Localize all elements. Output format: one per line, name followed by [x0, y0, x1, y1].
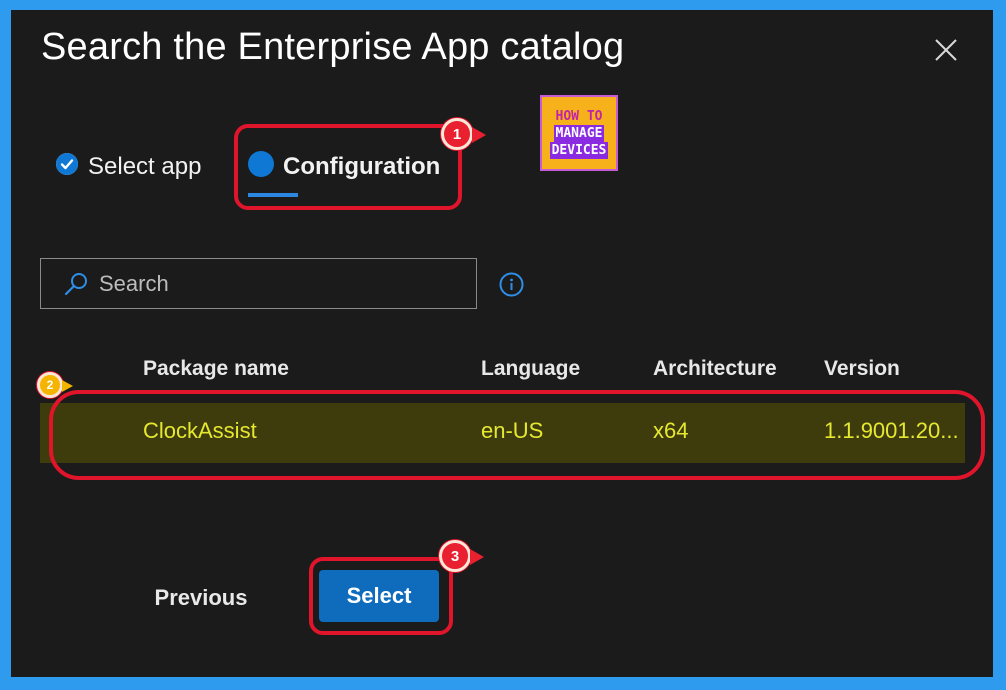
search-input[interactable]: [97, 269, 461, 298]
step-select-app[interactable]: Select app: [56, 153, 201, 181]
logo-line-3: DEVICES: [549, 141, 609, 159]
column-header-version[interactable]: Version: [824, 357, 900, 381]
how-to-manage-devices-logo: HOW TO MANAGE DEVICES: [540, 95, 618, 171]
annotation-box-row: [49, 390, 985, 480]
logo-line-1: HOW TO: [555, 108, 603, 124]
annotation-badge-3: 3: [439, 540, 484, 572]
close-icon[interactable]: [933, 37, 959, 63]
table-header: Package name Language Architecture Versi…: [11, 357, 993, 389]
previous-button[interactable]: Previous: [141, 580, 261, 616]
column-header-language[interactable]: Language: [481, 357, 580, 381]
dialog-title: Search the Enterprise App catalog: [41, 26, 625, 68]
search-field[interactable]: [40, 258, 477, 309]
annotation-box-select: [309, 557, 453, 635]
column-header-architecture[interactable]: Architecture: [653, 357, 777, 381]
dialog: Search the Enterprise App catalog HOW TO…: [11, 10, 993, 677]
logo-line-2: MANAGE: [553, 124, 605, 142]
annotation-badge-1: 1: [441, 118, 486, 150]
annotation-box-configuration: [234, 124, 462, 210]
column-header-package-name[interactable]: Package name: [143, 357, 289, 381]
search-icon: [63, 271, 89, 297]
info-icon[interactable]: [499, 272, 524, 297]
step-label-select-app: Select app: [88, 153, 202, 180]
check-circle-icon: [56, 153, 78, 175]
annotation-badge-2: 2: [37, 372, 73, 398]
